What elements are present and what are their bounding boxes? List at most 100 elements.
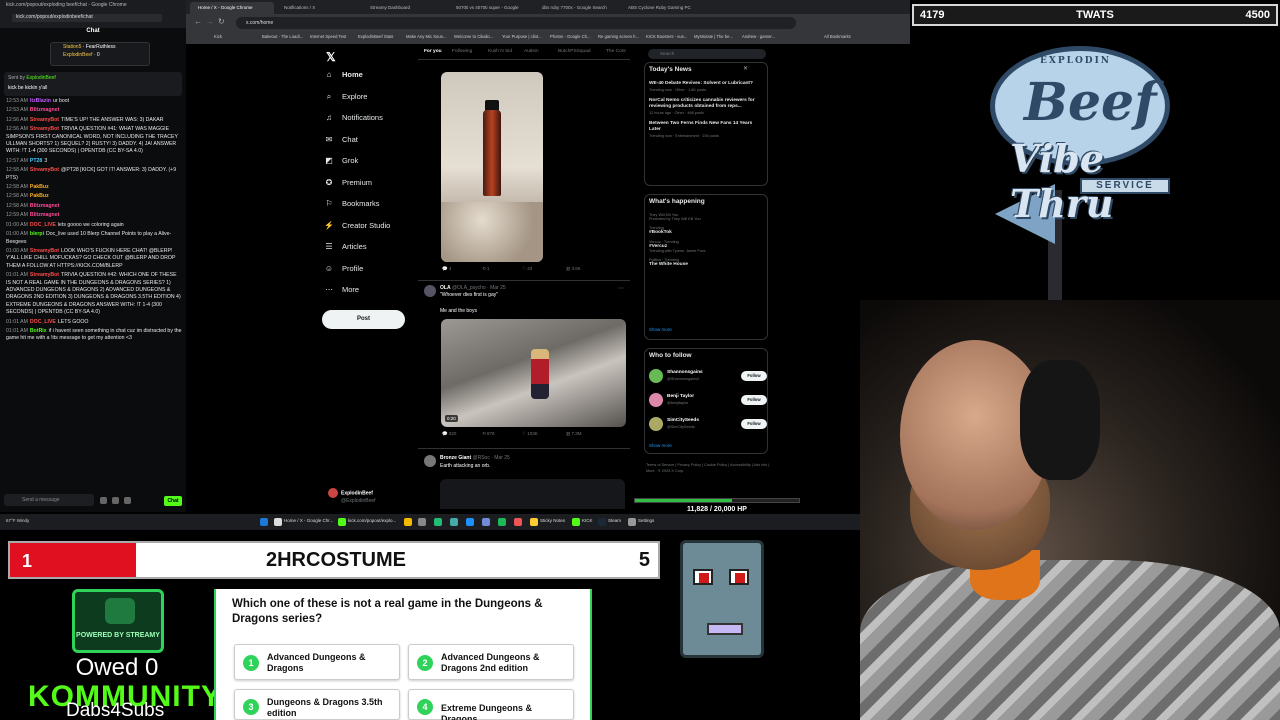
message-user[interactable]: PT28 xyxy=(30,158,42,164)
tab-gpu-search[interactable]: 5070ti vs 4070ti super - Google xyxy=(448,2,532,14)
kick-icon[interactable] xyxy=(572,518,580,526)
view-count[interactable]: ▥ 3.6K xyxy=(566,266,581,272)
emote-icon[interactable] xyxy=(100,497,107,504)
tab-home-x[interactable]: Home / X - Google Chrome xyxy=(190,2,274,14)
taskbar-app[interactable]: Sticky Notes xyxy=(540,518,565,523)
bookmark[interactable]: Mystsirate | The be... xyxy=(694,34,733,39)
bookmark[interactable]: Photon - Google Ch... xyxy=(550,34,591,39)
bookmark[interactable]: Re gaming screen h... xyxy=(598,34,639,39)
taskbar-app[interactable]: KICK xyxy=(582,518,593,523)
message-user[interactable]: blerpi xyxy=(30,231,44,237)
bookmark[interactable]: Andrew - gamer... xyxy=(742,34,775,39)
follow-button[interactable]: Follow xyxy=(741,371,767,381)
avatar[interactable] xyxy=(424,455,436,467)
nav-explore[interactable]: ⌕ Explore xyxy=(324,92,434,112)
avatar[interactable] xyxy=(424,285,436,297)
message-user[interactable]: BotRix xyxy=(30,328,47,334)
close-icon[interactable]: ✕ xyxy=(743,65,748,72)
search-input[interactable]: Search xyxy=(648,49,766,59)
bookmark[interactable]: KICK Boosters - vus... xyxy=(646,34,687,39)
start-icon[interactable] xyxy=(260,518,268,526)
follow-suggestion[interactable]: Shannonsgains @ShannonsgainsX Follow xyxy=(649,367,767,389)
message-user[interactable]: DOC_LIVE xyxy=(30,319,56,325)
obs-icon[interactable] xyxy=(418,518,426,526)
nav-grok[interactable]: ◩ Grok xyxy=(324,156,434,176)
message-user[interactable]: Blitzmagnet xyxy=(30,212,59,218)
nav-articles[interactable]: ☰ Articles xyxy=(324,242,434,262)
avatar[interactable] xyxy=(649,417,663,431)
view-count[interactable]: ▥ 7.3M xyxy=(566,431,582,437)
bookmark[interactable]: Internet Speed Test xyxy=(310,34,346,39)
tab-ruby-search[interactable]: dbs ruby 7700x - Google Search xyxy=(534,2,618,14)
like-count[interactable]: ♡ 103K xyxy=(522,431,538,437)
message-user[interactable]: DOC_LIVE xyxy=(30,222,56,228)
message-user[interactable]: StreamyBot xyxy=(30,272,59,278)
chat-send-button[interactable]: Chat xyxy=(164,496,182,506)
nav-premium[interactable]: ✪ Premium xyxy=(324,178,434,198)
chat-url-bar[interactable]: kick.com/popout/explodinbeef/chat xyxy=(12,14,162,22)
points-icon[interactable] xyxy=(124,497,131,504)
message-user[interactable]: ItzBlazin xyxy=(30,98,51,104)
tweet-media[interactable] xyxy=(440,479,625,509)
bookmark[interactable]: ExplodinBeef Stats xyxy=(358,34,393,39)
settings-icon[interactable] xyxy=(628,518,636,526)
message-user[interactable]: StreamyBot xyxy=(30,248,59,254)
sticky-notes-icon[interactable] xyxy=(530,518,538,526)
feed-tab[interactable]: Autism xyxy=(524,49,539,54)
message-user[interactable]: StreamyBot xyxy=(30,126,59,132)
feed-tab[interactable]: Kush N Sid xyxy=(488,49,512,54)
bookmark[interactable]: Your Purpose | clint... xyxy=(502,34,542,39)
pinned-message[interactable]: Sent by ExplodinBeef kick be kickin y'al… xyxy=(4,72,182,96)
bookmark[interactable]: Kick xyxy=(214,34,222,39)
message-user[interactable]: StreamyBot xyxy=(30,167,59,173)
tab-cyclone[interactable]: ABS Cyclone Ruby Gaming PC xyxy=(620,2,704,14)
avatar[interactable] xyxy=(649,393,663,407)
taskbar-app[interactable]: Home / X - Google Chr... xyxy=(284,518,333,523)
taskbar-app[interactable]: kick.com/popout/explo... xyxy=(348,518,396,523)
feed-tab[interactable]: The Cont xyxy=(606,49,626,54)
x-logo-icon[interactable]: 𝕏 xyxy=(326,50,336,64)
tweet[interactable]: Bronze Giant @RSoc · Mar 25 Earth attack… xyxy=(418,448,630,509)
back-icon[interactable]: ← xyxy=(194,17,202,26)
news-item[interactable]: Between Two Ferns Finds New Fans 14 Year… xyxy=(649,121,765,138)
trend-item[interactable]: They Will Kill You Promoted by They Will … xyxy=(649,213,765,221)
tweet-image[interactable] xyxy=(441,72,543,262)
app-icon[interactable] xyxy=(434,518,442,526)
tweet-video[interactable]: 0:20 xyxy=(441,319,626,427)
trend-item[interactable]: Politics · Trending The White House xyxy=(649,258,765,267)
bookmark[interactable]: Bakeout - The Loadi... xyxy=(262,34,303,39)
news-item[interactable]: WE-40 Debate Revives: Solvent or Lubrica… xyxy=(649,81,765,92)
tweet-author[interactable]: Bronze Giant xyxy=(440,455,471,461)
follow-button[interactable]: Follow xyxy=(741,419,767,429)
tab-notifications[interactable]: Notifications / X xyxy=(276,2,360,14)
app-icon[interactable] xyxy=(514,518,522,526)
chat-input[interactable]: Send a message xyxy=(4,494,94,506)
follow-suggestion[interactable]: SimCitySeeds @SimCitySeeds Follow xyxy=(649,415,767,437)
weather-widget[interactable]: 67°F Windy xyxy=(6,518,46,523)
bookmark[interactable]: Welcome to Cikalio... xyxy=(454,34,493,39)
nav-creator-studio[interactable]: ⚡ Creator Studio xyxy=(324,221,434,241)
bookmark[interactable]: All Bookmarks xyxy=(824,34,851,39)
steam-icon[interactable] xyxy=(598,518,606,526)
message-user[interactable]: Blitzmagnet xyxy=(30,107,59,113)
message-user[interactable]: StreamyBot xyxy=(30,117,59,123)
reload-icon[interactable]: ↻ xyxy=(218,17,225,26)
nav-bookmarks[interactable]: ⚐ Bookmarks xyxy=(324,199,434,219)
settings-icon[interactable] xyxy=(112,497,119,504)
spotify-icon[interactable] xyxy=(498,518,506,526)
news-item[interactable]: NorCal Nemo criticizes cannabis reviewer… xyxy=(649,98,765,115)
post-button[interactable]: Post xyxy=(322,310,405,329)
repost-count[interactable]: ⟲ 879 xyxy=(482,431,495,437)
feed-tab[interactable]: Following xyxy=(452,49,472,54)
forward-icon[interactable]: → xyxy=(206,17,214,26)
account-switcher[interactable]: ExplodinBeef @ExplodinBeef xyxy=(328,488,408,504)
tab-streamy[interactable]: Streamy Dashboard xyxy=(362,2,446,14)
chrome-icon[interactable] xyxy=(338,518,346,526)
trend-item[interactable]: Vercuz · Trending #Vercuz Trending with Ty… xyxy=(649,240,765,253)
follow-suggestion[interactable]: Benji Taylor @benjitaylor Follow xyxy=(649,391,767,413)
discord-icon[interactable] xyxy=(482,518,490,526)
message-user[interactable]: PakBuz xyxy=(30,193,49,199)
reply-count[interactable]: 💬 4 xyxy=(442,266,451,272)
nav-notifications[interactable]: ♫ Notifications xyxy=(324,113,434,133)
chrome-icon[interactable] xyxy=(274,518,282,526)
